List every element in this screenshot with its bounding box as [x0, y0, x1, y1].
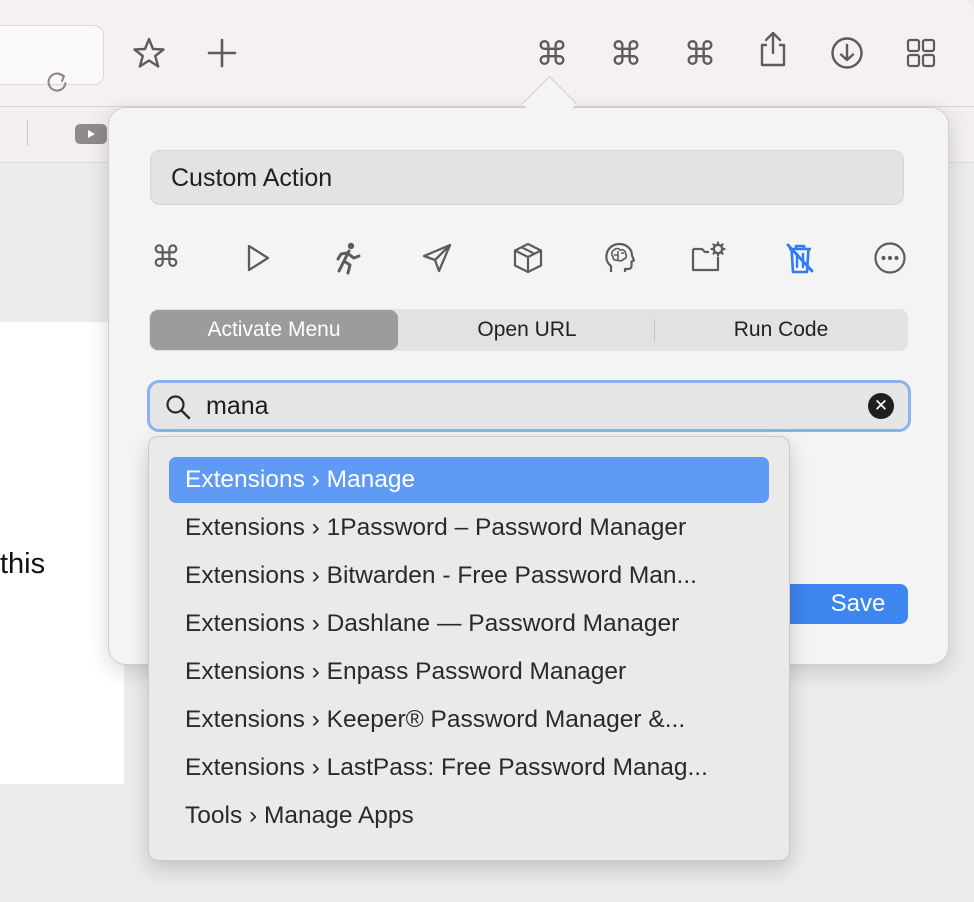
suggestion-item[interactable]: Tools › Manage Apps — [169, 793, 769, 839]
paper-plane-icon[interactable] — [417, 238, 457, 278]
search-input[interactable]: mana — [206, 383, 269, 429]
brain-head-icon[interactable] — [599, 238, 639, 278]
suggestion-item[interactable]: Extensions › LastPass: Free Password Man… — [169, 745, 769, 791]
action-title-field[interactable]: Custom Action — [150, 150, 904, 205]
save-button-label: Save — [830, 590, 886, 617]
segment-run-code[interactable]: Run Code — [655, 309, 907, 351]
suggestion-item[interactable]: Extensions › Enpass Password Manager — [169, 649, 769, 695]
trash-slash-icon[interactable] — [780, 238, 820, 278]
running-figure-icon[interactable] — [327, 238, 367, 278]
action-kind-segmented-control: Activate Menu Open URL Run Code — [149, 309, 908, 351]
search-icon — [166, 395, 191, 420]
tab-overview-grid-icon[interactable] — [902, 34, 940, 72]
more-ellipsis-icon[interactable] — [870, 238, 910, 278]
video-favicon-icon[interactable] — [75, 124, 107, 144]
command-icon[interactable]: ⌘ — [533, 34, 571, 72]
download-icon[interactable] — [828, 34, 866, 72]
share-icon[interactable] — [754, 30, 792, 68]
suggestion-item[interactable]: Extensions › Manage — [169, 457, 769, 503]
reload-icon[interactable] — [43, 68, 71, 96]
command-icon[interactable]: ⌘ — [681, 34, 719, 72]
suggestion-item[interactable]: Extensions › 1Password – Password Manage… — [169, 505, 769, 551]
suggestion-item[interactable]: Extensions › Dashlane — Password Manager — [169, 601, 769, 647]
favorites-divider — [27, 120, 28, 146]
folder-gear-icon[interactable] — [689, 238, 729, 278]
browser-toolbar: ⌘ ⌘ ⌘ — [0, 0, 974, 107]
clear-search-icon[interactable]: ✕ — [868, 393, 894, 419]
suggestion-item[interactable]: Extensions › Keeper® Password Manager &.… — [169, 697, 769, 743]
cube-icon[interactable] — [508, 238, 548, 278]
save-button[interactable]: Save — [770, 584, 908, 624]
bookmark-star-icon[interactable] — [130, 34, 168, 72]
suggestion-item[interactable]: Extensions › Bitwarden - Free Password M… — [169, 553, 769, 599]
segment-activate-menu[interactable]: Activate Menu — [150, 310, 398, 350]
address-bar[interactable] — [0, 25, 104, 92]
web-page-text: this — [0, 548, 46, 580]
menu-search-field[interactable]: mana ✕ — [147, 380, 911, 432]
command-icon[interactable]: ⌘ — [607, 34, 645, 72]
play-icon[interactable] — [237, 238, 277, 278]
menu-suggestions-dropdown: Extensions › Manage Extensions › 1Passwo… — [148, 436, 790, 861]
segment-open-url[interactable]: Open URL — [401, 309, 653, 351]
new-tab-plus-icon[interactable] — [203, 34, 241, 72]
command-icon[interactable]: ⌘ — [146, 238, 186, 278]
